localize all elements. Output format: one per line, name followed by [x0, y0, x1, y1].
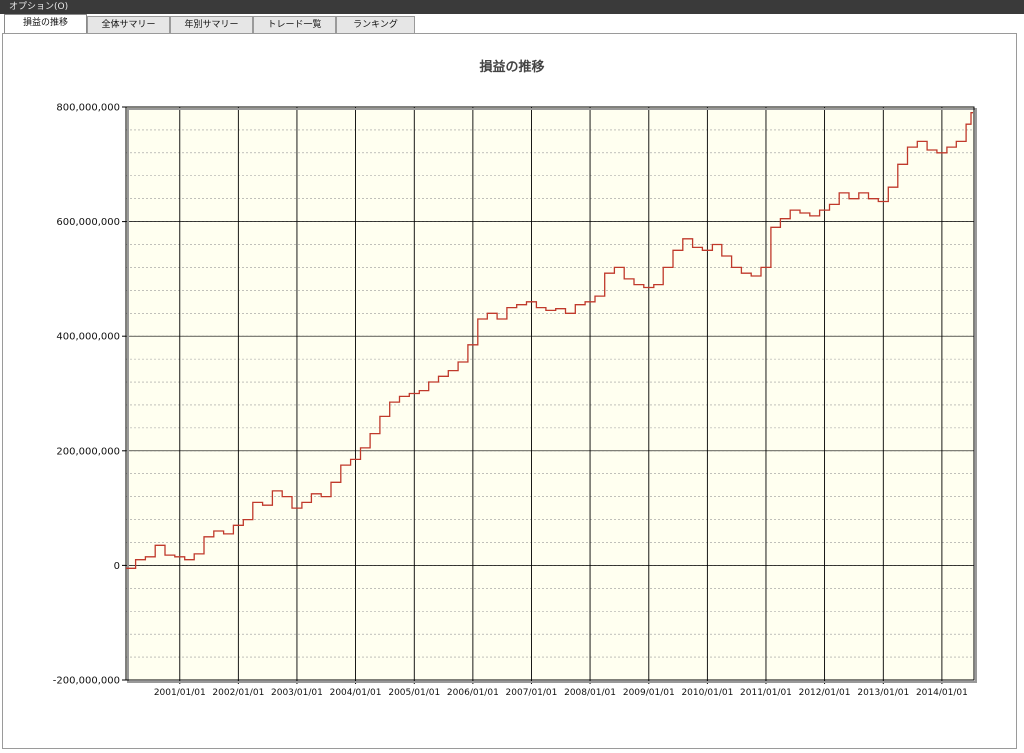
x-tick-label: 2006/01/01	[447, 688, 499, 698]
x-tick-label: 2005/01/01	[388, 688, 440, 698]
y-tick-label: 800,000,000	[56, 103, 120, 114]
x-tick-label: 2002/01/01	[212, 688, 264, 698]
x-tick-label: 2008/01/01	[564, 688, 616, 698]
chart-title: 損益の推移	[479, 59, 544, 75]
x-tick-label: 2014/01/01	[916, 688, 968, 698]
x-tick-label: 2011/01/01	[740, 688, 792, 698]
y-tick-label: 200,000,000	[56, 446, 120, 457]
pnl-chart: 損益の推移 800,000,000 600,000,000 400,000,000 2…	[53, 59, 977, 698]
y-tick-label: 0	[114, 561, 120, 572]
x-tick-label: 2001/01/01	[154, 688, 206, 698]
x-tick-label: 2010/01/01	[681, 688, 733, 698]
x-tick-label: 2012/01/01	[799, 688, 851, 698]
y-tick-label: 400,000,000	[56, 332, 120, 343]
y-tick-label: -200,000,000	[53, 676, 120, 687]
x-tick-label: 2009/01/01	[623, 688, 675, 698]
x-tick-label: 2004/01/01	[330, 688, 382, 698]
y-tick-label: 600,000,000	[56, 217, 120, 228]
x-tick-label: 2007/01/01	[506, 688, 558, 698]
x-tick-label: 2013/01/01	[857, 688, 909, 698]
x-tick-label: 2003/01/01	[271, 688, 323, 698]
